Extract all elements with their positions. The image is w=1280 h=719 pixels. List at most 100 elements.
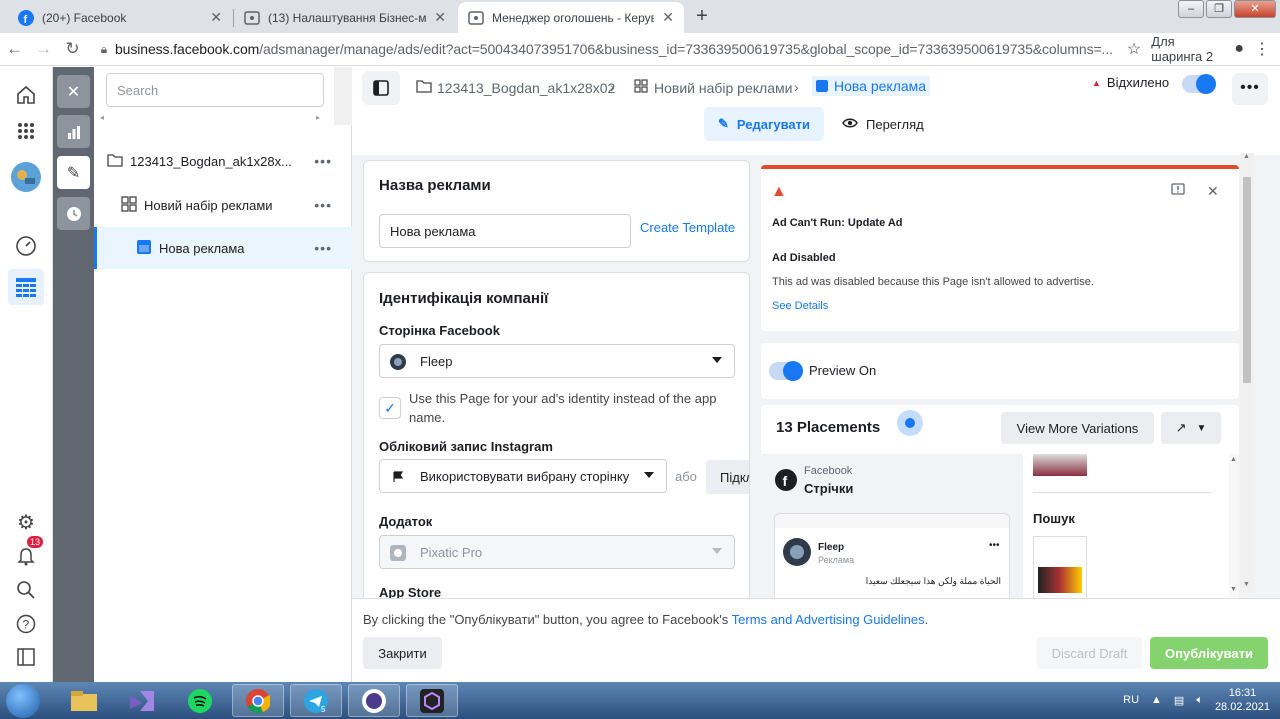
eye-icon bbox=[842, 116, 858, 133]
tree-item-campaign[interactable]: 123413_Bogdan_ak1x28x... ••• bbox=[94, 140, 352, 182]
more-options-icon[interactable]: ••• bbox=[314, 153, 332, 169]
placement-list-scrollbar[interactable]: ▲ ▼ bbox=[1229, 454, 1239, 605]
edit-pencil-icon[interactable]: ✎ bbox=[57, 156, 90, 189]
view-more-variations-button[interactable]: View More Variations bbox=[1001, 412, 1154, 444]
bookmark-star-icon[interactable]: ☆ bbox=[1127, 39, 1141, 59]
see-details-link[interactable]: See Details bbox=[772, 300, 828, 312]
editor-header: 123413_Bogdan_ak1x28x02 › Новий набір ре… bbox=[352, 67, 1280, 155]
start-button[interactable] bbox=[6, 684, 40, 718]
search-icon[interactable] bbox=[10, 574, 42, 606]
spotify-icon[interactable] bbox=[174, 684, 226, 717]
dropdown-caret-icon bbox=[712, 357, 722, 363]
share-preview-button[interactable]: ↗︎ ▼ bbox=[1161, 412, 1221, 444]
close-window-icon[interactable]: ✕ bbox=[1234, 0, 1276, 18]
new-tab-button[interactable]: + bbox=[690, 5, 714, 29]
restore-icon[interactable]: ❐ bbox=[1206, 0, 1232, 18]
account-avatar[interactable] bbox=[10, 161, 42, 193]
editor-tool-strip: ✕ ✎ bbox=[53, 67, 94, 682]
account-icon[interactable]: ● bbox=[1234, 40, 1244, 58]
ad-status: ▲ Відхилено bbox=[1092, 75, 1169, 90]
window-controls: ‒ ❐ ✕ bbox=[1178, 0, 1276, 18]
breadcrumb-ad[interactable]: Нова реклама bbox=[812, 76, 931, 96]
address-bar[interactable]: 🔒︎ business.facebook.com/adsmanager/mana… bbox=[93, 35, 1113, 63]
edit-mode-button[interactable]: ✎ Редагувати bbox=[704, 107, 824, 141]
file-explorer-icon[interactable] bbox=[58, 684, 110, 717]
tab-title: (20+) Facebook bbox=[42, 10, 127, 25]
clock[interactable]: 16:31 28.02.2021 bbox=[1215, 686, 1270, 714]
language-indicator[interactable]: RU bbox=[1123, 694, 1139, 706]
breadcrumb-campaign[interactable]: 123413_Bogdan_ak1x28x02 bbox=[416, 79, 615, 96]
lock-icon: 🔒︎ bbox=[100, 41, 108, 56]
search-placement-thumbnail[interactable] bbox=[1033, 536, 1087, 605]
telegram-icon[interactable]: 5 bbox=[290, 684, 342, 717]
network-icon[interactable]: ▤ bbox=[1174, 694, 1184, 707]
facebook-page-label: Сторінка Facebook bbox=[379, 323, 500, 338]
more-options-icon[interactable]: ••• bbox=[314, 240, 332, 256]
help-icon[interactable]: ? bbox=[10, 608, 42, 640]
instagram-value: Використовувати вибрану сторінку bbox=[420, 468, 630, 484]
instagram-select[interactable]: Використовувати вибрану сторінку bbox=[379, 459, 667, 493]
settings-gear-icon[interactable]: ⚙ bbox=[10, 506, 42, 538]
breadcrumb-adset[interactable]: Новий набір реклами bbox=[634, 79, 792, 97]
placement-thumbnail[interactable] bbox=[1033, 454, 1087, 476]
connect-button[interactable]: Підклю bbox=[706, 460, 749, 494]
ad-name-input[interactable]: Нова реклама bbox=[379, 214, 631, 248]
close-editor-icon[interactable]: ✕ bbox=[57, 75, 90, 108]
preview-toggle[interactable] bbox=[769, 361, 803, 381]
tree-item-ad[interactable]: Нова реклама ••• bbox=[94, 227, 352, 269]
create-template-link[interactable]: Create Template bbox=[640, 220, 735, 235]
clock-date: 28.02.2021 bbox=[1214, 701, 1270, 713]
close-tab-icon[interactable]: ✕ bbox=[210, 9, 222, 26]
chrome-icon[interactable] bbox=[232, 684, 284, 717]
browser-tab-facebook[interactable]: f (20+) Facebook ✕ bbox=[8, 2, 232, 33]
tree-horizontal-scrollbar[interactable]: ◂ ▸ bbox=[94, 113, 334, 125]
all-tools-grid-icon[interactable] bbox=[10, 115, 42, 147]
ads-manager-table-icon[interactable] bbox=[8, 269, 44, 305]
editor-scrollbar[interactable]: ▲ ▼ bbox=[1240, 153, 1254, 593]
forward-arrow-icon[interactable]: → bbox=[29, 39, 58, 59]
history-clock-icon[interactable] bbox=[57, 197, 90, 230]
visual-studio-icon[interactable] bbox=[116, 684, 168, 717]
polygon-app-icon[interactable] bbox=[406, 684, 458, 717]
terms-prefix: By clicking the "Опублікувати" button, y… bbox=[363, 612, 729, 627]
minimize-icon[interactable]: ‒ bbox=[1178, 0, 1204, 18]
tree-item-adset[interactable]: Новий набір реклами ••• bbox=[94, 184, 352, 226]
tree-scrollbar[interactable] bbox=[334, 67, 352, 125]
terms-link[interactable]: Terms and Advertising Guidelines bbox=[732, 612, 925, 627]
tray-expand-icon[interactable]: ▲ bbox=[1151, 694, 1162, 706]
discard-draft-button[interactable]: Discard Draft bbox=[1037, 637, 1142, 669]
tree-search-input[interactable]: Search bbox=[106, 73, 324, 107]
ad-active-toggle[interactable] bbox=[1182, 74, 1216, 94]
close-tab-icon[interactable]: ✕ bbox=[434, 9, 446, 26]
volume-icon[interactable]: 🔈︎ bbox=[1196, 694, 1203, 707]
more-options-icon[interactable]: ••• bbox=[314, 197, 332, 213]
browser-tab-business-settings[interactable]: (13) Налаштування Бізнес-мене ✕ bbox=[234, 2, 456, 33]
use-page-checkbox[interactable]: ✓ bbox=[379, 397, 401, 419]
external-link-icon: ↗︎ bbox=[1175, 420, 1187, 435]
home-icon[interactable] bbox=[10, 79, 42, 111]
close-button[interactable]: Закрити bbox=[363, 637, 442, 669]
more-options-button[interactable]: ••• bbox=[1232, 73, 1268, 105]
browser-menu-icon[interactable]: ⋮ bbox=[1254, 39, 1270, 59]
back-arrow-icon[interactable]: ← bbox=[0, 39, 29, 59]
report-panel-icon[interactable] bbox=[10, 641, 42, 673]
review-mode-button[interactable]: Перегляд bbox=[842, 107, 924, 141]
reload-icon[interactable]: ↻ bbox=[58, 39, 87, 59]
chart-bars-icon[interactable] bbox=[57, 115, 90, 148]
placement-list: Пошук ▲ ▼ bbox=[1023, 454, 1239, 605]
browser-tab-ads-manager[interactable]: Менеджер оголошень - Керува ✕ bbox=[458, 2, 684, 33]
vpn-app-icon[interactable] bbox=[348, 684, 400, 717]
close-alert-icon[interactable]: ✕ bbox=[1207, 183, 1219, 200]
facebook-page-select[interactable]: Fleep bbox=[379, 344, 735, 378]
breadcrumb-label: Нова реклама bbox=[834, 78, 927, 94]
report-flag-icon[interactable] bbox=[1171, 183, 1185, 200]
error-triangle-icon: ▲ bbox=[771, 183, 787, 200]
notifications-bell-icon[interactable]: 13 bbox=[10, 536, 44, 573]
dashboard-gauge-icon[interactable] bbox=[10, 230, 42, 262]
feed-post-preview[interactable]: Fleep Реклама ••• الحياة مملة ولكن هذا س… bbox=[774, 513, 1010, 605]
toggle-panel-icon[interactable] bbox=[362, 71, 400, 105]
app-select[interactable]: Pixatic Pro bbox=[379, 535, 735, 569]
publish-button[interactable]: Опублікувати bbox=[1150, 637, 1268, 669]
close-tab-icon[interactable]: ✕ bbox=[662, 9, 674, 26]
profile-label[interactable]: Для шаринга 2 bbox=[1151, 34, 1224, 64]
